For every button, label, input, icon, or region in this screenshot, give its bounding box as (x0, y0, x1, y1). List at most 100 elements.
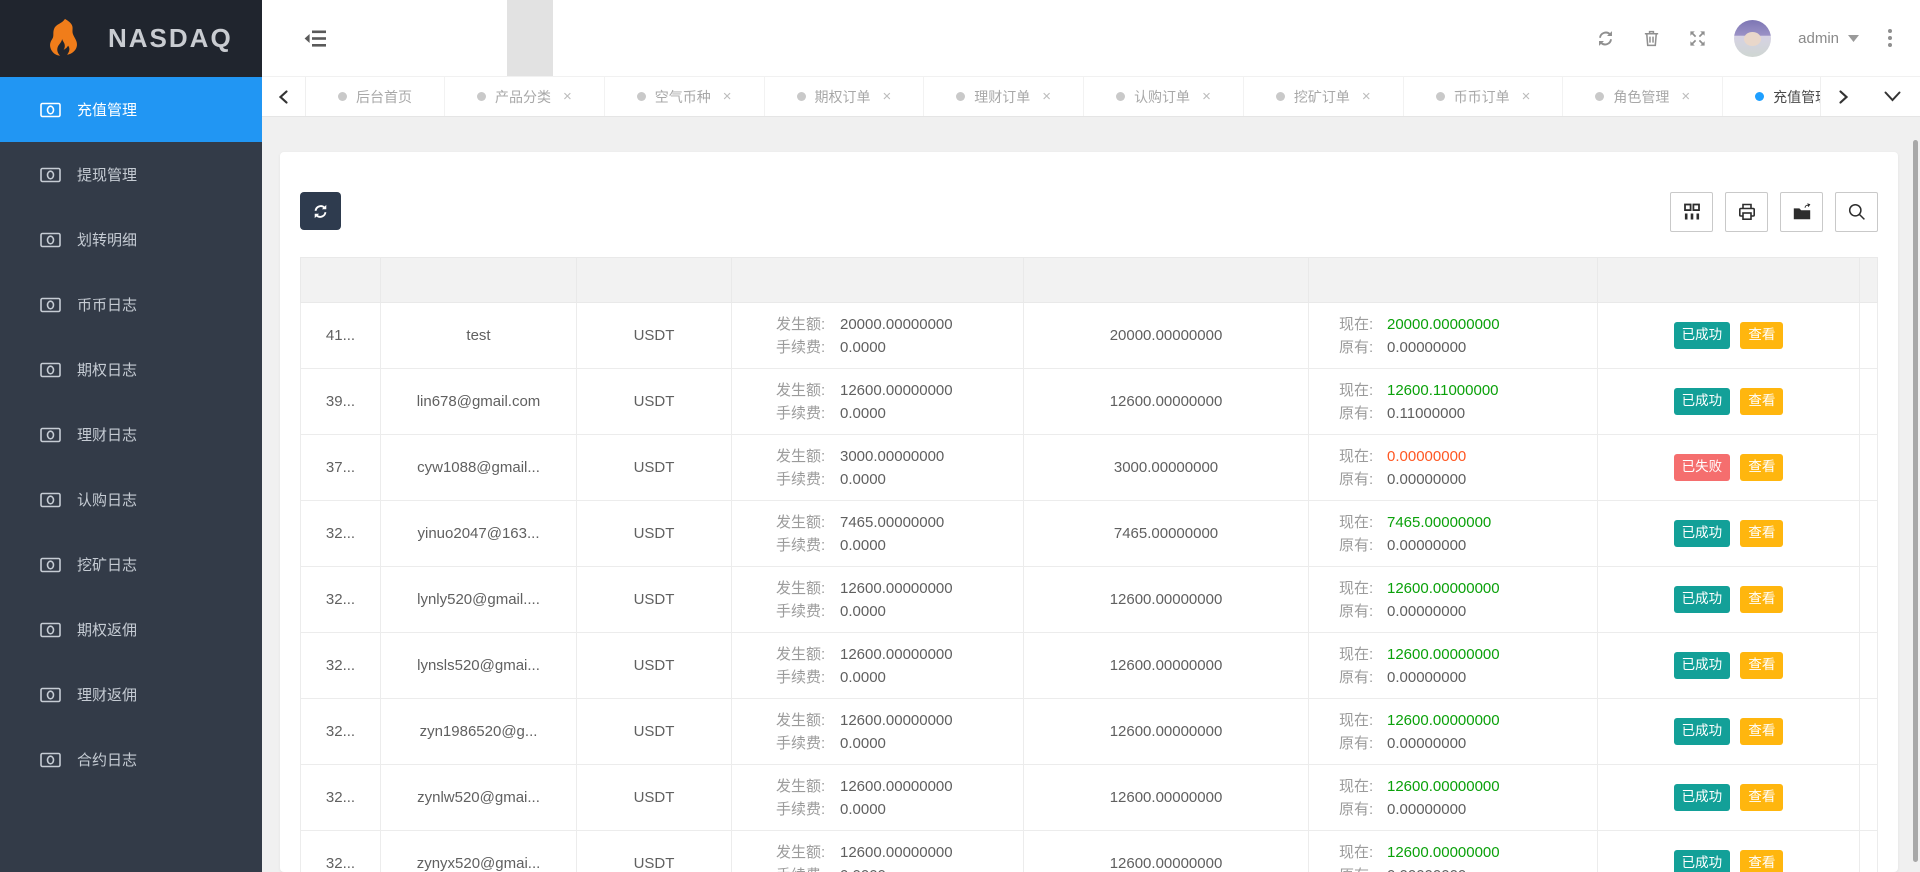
tab-close-icon[interactable]: × (723, 89, 732, 104)
sidebar-item[interactable]: 币币日志 (0, 272, 262, 337)
user-avatar[interactable] (1734, 20, 1771, 57)
status-badge: 已成功 (1674, 850, 1731, 872)
tabs-scroll-left-button[interactable] (262, 77, 306, 116)
view-button[interactable]: 查看 (1740, 454, 1783, 480)
view-button[interactable]: 查看 (1740, 652, 1783, 678)
topnav-item[interactable] (369, 0, 415, 76)
sidebar-item[interactable]: 划转明细 (0, 207, 262, 272)
tab-label: 产品分类 (495, 87, 551, 107)
wallet-old-value: 0.00000000 (1387, 798, 1466, 821)
tab-close-icon[interactable]: × (1362, 89, 1371, 104)
trash-icon[interactable] (1642, 29, 1661, 48)
tab[interactable]: 后台首页 × (306, 77, 445, 116)
tab[interactable]: 币币订单 × (1404, 77, 1564, 116)
print-button[interactable] (1725, 192, 1768, 232)
user-menu[interactable]: admin (1798, 30, 1859, 47)
tab[interactable]: 充值管理 × (1723, 77, 1820, 116)
content-area: 41... test USDT 发生额:20000.00000000 手续费:0… (262, 117, 1920, 872)
money-icon (40, 492, 61, 508)
cell-id: 37... (301, 435, 381, 501)
tabs-scroll-right-button[interactable] (1820, 77, 1864, 116)
tab-label: 挖矿订单 (1294, 87, 1350, 107)
status-badge: 已成功 (1674, 520, 1731, 546)
cell-amount: 发生额:12600.00000000 手续费:0.0000 (732, 765, 1024, 831)
columns-filter-button[interactable] (1670, 192, 1713, 232)
tab-dot-icon (1276, 92, 1285, 101)
cell-actual-change: 12600.00000000 (1024, 765, 1309, 831)
view-button[interactable]: 查看 (1740, 718, 1783, 744)
sidebar-item[interactable]: 理财日志 (0, 402, 262, 467)
topnav-item[interactable] (599, 0, 645, 76)
tab-close-icon[interactable]: × (563, 89, 572, 104)
tab[interactable]: 期权订单 × (765, 77, 925, 116)
amount-value: 12600.00000000 (840, 775, 953, 798)
topnav-item[interactable] (507, 0, 553, 76)
topnav-item[interactable] (553, 0, 599, 76)
tab-close-icon[interactable]: × (1522, 89, 1531, 104)
wallet-now-label: 现在: (1339, 577, 1387, 600)
more-menu-icon[interactable] (1886, 27, 1894, 49)
fullscreen-icon[interactable] (1688, 29, 1707, 48)
table-row: 39... lin678@gmail.com USDT 发生额:12600.00… (301, 369, 1878, 435)
cell-actual-change: 7465.00000000 (1024, 501, 1309, 567)
sidebar-item-label: 划转明细 (77, 229, 137, 250)
tab[interactable]: 认购订单 × (1084, 77, 1244, 116)
table-refresh-button[interactable] (300, 192, 341, 230)
sidebar-item[interactable]: 挖矿日志 (0, 532, 262, 597)
sidebar-item[interactable]: 期权日志 (0, 337, 262, 402)
column-header (1309, 258, 1598, 303)
sidebar-item[interactable]: 充值管理 (0, 77, 262, 142)
tab[interactable]: 角色管理 × (1563, 77, 1723, 116)
fee-label: 手续费: (776, 534, 840, 557)
tab-dot-icon (637, 92, 646, 101)
cell-wallet: 现在:7465.00000000 原有:0.00000000 (1309, 501, 1598, 567)
tab-label: 角色管理 (1613, 87, 1669, 107)
view-button[interactable]: 查看 (1740, 850, 1783, 872)
view-button[interactable]: 查看 (1740, 586, 1783, 612)
cell-wallet: 现在:12600.11000000 原有:0.11000000 (1309, 369, 1598, 435)
cell-extra (1860, 369, 1878, 435)
tab-label: 后台首页 (356, 87, 412, 107)
sidebar-item[interactable]: 提现管理 (0, 142, 262, 207)
cell-amount: 发生额:12600.00000000 手续费:0.0000 (732, 633, 1024, 699)
sidebar-item[interactable]: 理财返佣 (0, 662, 262, 727)
view-button[interactable]: 查看 (1740, 520, 1783, 546)
sidebar-item-label: 挖矿日志 (77, 554, 137, 575)
sidebar-item[interactable]: 期权返佣 (0, 597, 262, 662)
view-button[interactable]: 查看 (1740, 388, 1783, 414)
tab-close-icon[interactable]: × (1042, 89, 1051, 104)
vertical-scrollbar[interactable] (1913, 140, 1918, 862)
refresh-icon[interactable] (1596, 29, 1615, 48)
collapse-sidebar-icon[interactable] (304, 29, 327, 48)
amount-label: 发生额: (776, 379, 840, 402)
export-button[interactable] (1780, 192, 1823, 232)
column-header (1860, 258, 1878, 303)
cell-actual-change: 3000.00000000 (1024, 435, 1309, 501)
view-button[interactable]: 查看 (1740, 784, 1783, 810)
wallet-now-label: 现在: (1339, 775, 1387, 798)
tab[interactable]: 挖矿订单 × (1244, 77, 1404, 116)
wallet-now-label: 现在: (1339, 841, 1387, 864)
tab[interactable]: 理财订单 × (924, 77, 1084, 116)
column-header (732, 258, 1024, 303)
topnav-item[interactable] (461, 0, 507, 76)
cell-status: 已成功 查看 (1598, 831, 1860, 872)
tab[interactable]: 空气币种 × (605, 77, 765, 116)
tab[interactable]: 产品分类 × (445, 77, 605, 116)
view-button[interactable]: 查看 (1740, 322, 1783, 348)
search-button[interactable] (1835, 192, 1878, 232)
fee-label: 手续费: (776, 798, 840, 821)
tab-close-icon[interactable]: × (1681, 89, 1690, 104)
amount-value: 12600.00000000 (840, 577, 953, 600)
wallet-now-label: 现在: (1339, 445, 1387, 468)
fee-value: 0.0000 (840, 732, 886, 755)
money-icon (40, 102, 61, 118)
sidebar-item[interactable]: 合约日志 (0, 727, 262, 792)
topnav-item[interactable] (415, 0, 461, 76)
cell-actual-change: 12600.00000000 (1024, 699, 1309, 765)
tab-close-icon[interactable]: × (1202, 89, 1211, 104)
sidebar-item[interactable]: 认购日志 (0, 467, 262, 532)
money-icon (40, 427, 61, 443)
tab-close-icon[interactable]: × (883, 89, 892, 104)
tabs-dropdown-button[interactable] (1864, 77, 1920, 116)
